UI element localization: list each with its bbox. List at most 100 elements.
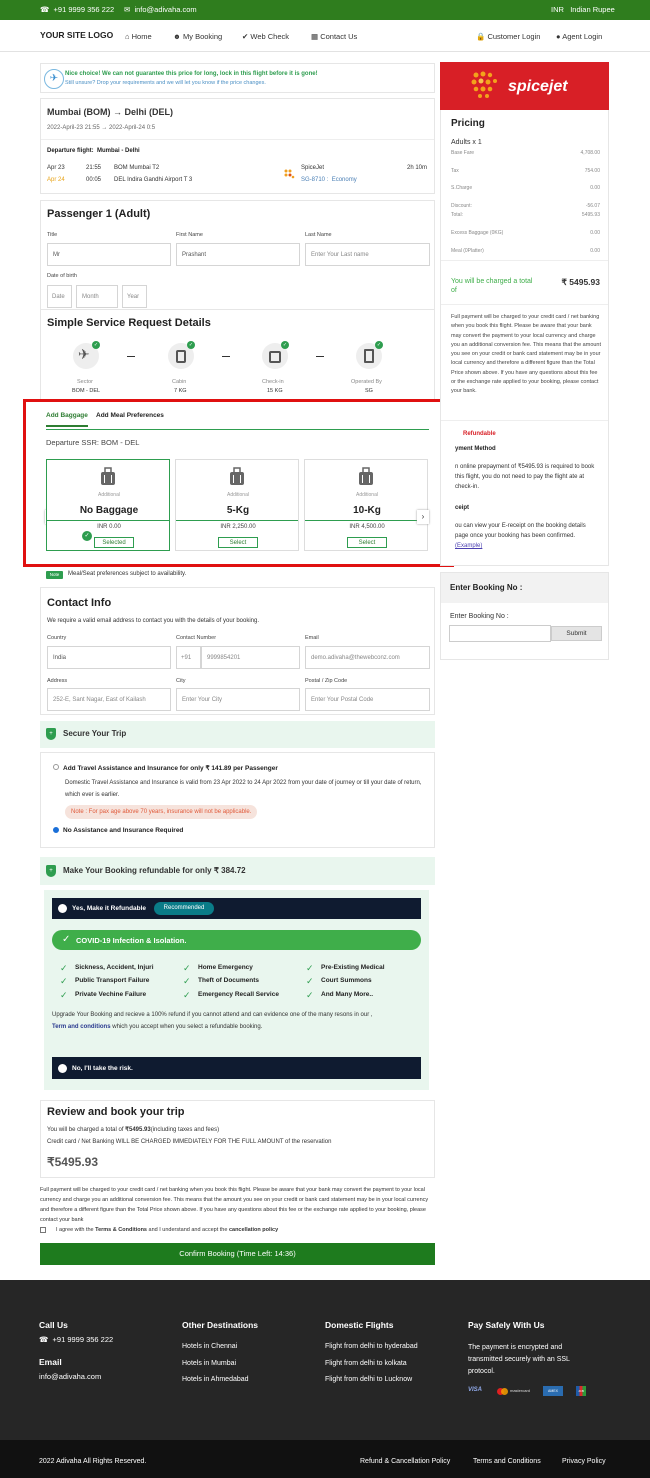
pricing-title: Pricing [451, 118, 485, 129]
visa-icon: VISA [468, 1387, 483, 1393]
first-name-label: First Name [176, 232, 203, 238]
refund-yes-label: Yes, Make it Refundable [72, 905, 147, 912]
agree-mid: and I understand and accept the [147, 1227, 229, 1233]
confirm-booking-button[interactable]: Confirm Booking (Time Left: 14:36) [40, 1243, 435, 1265]
insurance-option[interactable]: Add Travel Assistance and Insurance for … [63, 764, 278, 772]
footer-link[interactable]: Hotels in Ahmedabad [182, 1376, 249, 1383]
postal-input[interactable]: Enter Your Postal Code [305, 688, 430, 711]
dob-year-select[interactable]: Year [122, 285, 147, 308]
arr-date: Apr 24 [47, 177, 65, 183]
first-name-input[interactable]: Prashant [176, 243, 300, 266]
checkin-value: 15 KG [267, 388, 283, 394]
refund-no-option[interactable]: No, I'll take the risk. [52, 1057, 421, 1079]
footer-phone: +91 9999 356 222 [52, 1335, 114, 1344]
currency-name: Indian Rupee [570, 5, 615, 14]
footer-email[interactable]: info@adivaha.com [39, 1372, 101, 1381]
footer-terms-link[interactable]: Terms and Conditions [473, 1458, 541, 1465]
terms-row: Term and conditions which you accept whe… [52, 1024, 262, 1030]
example-link[interactable]: (Example) [455, 543, 482, 549]
flight-code-row: SG-8710 : Economy [301, 177, 357, 183]
phone-icon: ☎ [39, 1335, 49, 1344]
sector-value: BOM - DEL [72, 388, 101, 394]
footer-refund-link[interactable]: Refund & Cancellation Policy [360, 1458, 450, 1465]
agree-terms-link[interactable]: Terms & Conditions [95, 1227, 147, 1233]
address-input[interactable]: 252-E, Sant Nagar, East of Kailash [47, 688, 171, 711]
pricing-card: Pricing Adults x 1 Base Fare 4,708.00 Ta… [440, 110, 609, 566]
check-icon: ✓ [60, 976, 68, 986]
phone-link[interactable]: ☎ +91 9999 356 222 [40, 5, 114, 14]
contact-number-label: Contact Number [176, 635, 217, 641]
title-select[interactable]: Mr [47, 243, 171, 266]
benefit-item: Home Emergency [198, 964, 253, 971]
contact-sub: We require a valid email address to cont… [47, 618, 260, 624]
ticket-icon: ✓ [356, 341, 383, 369]
flight-summary: Mumbai (BOM) → Delhi (DEL) 2022-April-23… [40, 98, 435, 194]
nav-home[interactable]: ⌂ Home [125, 32, 152, 41]
nav-contact[interactable]: ▦ Contact Us [311, 32, 357, 41]
terms-after: which you accept when you select a refun… [110, 1024, 263, 1030]
country-select[interactable]: India [47, 646, 171, 669]
no-insurance-option[interactable]: No Assistance and Insurance Required [63, 827, 183, 834]
check-icon: ✔ [242, 32, 249, 41]
dob-date-select[interactable]: Date [47, 285, 72, 308]
price-row-value: 0.00 [590, 230, 600, 236]
review-line1-pre: You will be charged a total of [47, 1127, 126, 1133]
booking-no-submit[interactable]: Submit [551, 626, 602, 641]
last-name-label: Last Name [305, 232, 332, 238]
review-disclaimer: Full payment will be charged to your cre… [40, 1187, 429, 1223]
nav-my-booking[interactable]: ☻ My Booking [173, 32, 222, 41]
dep-airport: BOM Mumbai T2 [114, 165, 160, 171]
nav-web-check[interactable]: ✔ Web Check [242, 32, 289, 41]
price-row-label: S.Charge [451, 185, 473, 191]
footer-privacy-link[interactable]: Privacy Policy [562, 1458, 606, 1465]
nav-customer-login-label: Customer Login [487, 32, 541, 41]
insurance-radio[interactable] [53, 764, 59, 770]
nav-agent-login[interactable]: ● Agent Login [556, 32, 602, 41]
dob-month-select[interactable]: Month [76, 285, 118, 308]
arr-airport: DEL Indira Gandhi Airport T 3 [114, 177, 193, 183]
refund-yes-radio[interactable] [58, 904, 67, 913]
footer-link[interactable]: Flight from delhi to hyderabad [325, 1343, 418, 1350]
currency-code: INR [551, 5, 564, 14]
terms-link[interactable]: Term and conditions [52, 1024, 111, 1030]
departure-route: Mumbai - Delhi [97, 148, 140, 154]
price-row-label: Excess Baggage (0KG) [451, 230, 504, 236]
email-input[interactable]: demo.adivaha@thewebconz.com [305, 646, 430, 669]
flight-duration: 2h 10m [407, 165, 428, 171]
charged-label: You will be charged a total of [451, 278, 533, 294]
home-icon: ⌂ [125, 32, 130, 41]
footer-link[interactable]: Hotels in Chennai [182, 1343, 237, 1350]
email-link[interactable]: ✉ info@adivaha.com [124, 5, 197, 14]
cabin-value: 7 KG [174, 388, 187, 394]
shield-icon: + [46, 865, 56, 877]
pricing-info: Full payment will be charged to your cre… [451, 314, 602, 395]
check-icon: ✓ [62, 934, 71, 945]
flight-code: SG-8710 [301, 177, 326, 183]
checkin-bag-icon: ✓ [262, 341, 289, 369]
cancellation-policy-link[interactable]: cancellation policy [229, 1227, 278, 1233]
benefit-item: Sickness, Accident, Injuri [75, 964, 154, 971]
contact-card: Contact Info We require a valid email ad… [40, 587, 435, 715]
site-logo[interactable]: YOUR SITE LOGO [40, 30, 113, 40]
benefit-item: Court Summons [321, 977, 372, 984]
refund-no-label: No, I'll take the risk. [72, 1065, 133, 1072]
footer-link[interactable]: Flight from delhi to Lucknow [325, 1376, 412, 1383]
currency-selector[interactable]: INR Indian Rupee [551, 5, 615, 14]
nav-agent-login-label: Agent Login [562, 32, 603, 41]
phone-input[interactable]: 9999854201 [201, 646, 300, 669]
nav-customer-login[interactable]: 🔒 Customer Login [476, 32, 540, 41]
receipt-text: ou can view your E-receipt on the bookin… [455, 521, 600, 551]
footer-phone-link[interactable]: ☎ +91 9999 356 222 [39, 1335, 113, 1344]
last-name-input[interactable]: Enter Your Last name [305, 243, 430, 266]
secure-options: Add Travel Assistance and Insurance for … [40, 752, 435, 848]
agree-checkbox[interactable] [40, 1227, 46, 1233]
refund-no-radio[interactable] [58, 1064, 67, 1073]
booking-no-input[interactable] [449, 625, 551, 642]
footer-link[interactable]: Hotels in Mumbai [182, 1360, 236, 1367]
no-insurance-radio[interactable] [53, 827, 59, 833]
dep-date: Apr 23 [47, 165, 65, 171]
footer-link[interactable]: Flight from delhi to kolkata [325, 1360, 407, 1367]
city-input[interactable]: Enter Your City [176, 688, 300, 711]
sector-icon: ✈ ✓ [73, 341, 100, 369]
refund-yes-option[interactable]: Yes, Make it Refundable Recommended [52, 898, 421, 919]
